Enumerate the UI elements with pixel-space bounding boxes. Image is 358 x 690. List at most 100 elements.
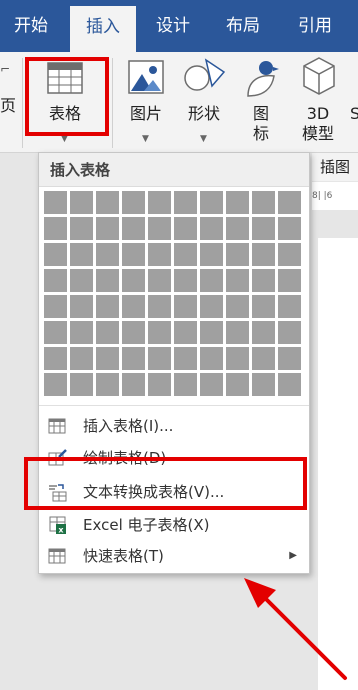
3d-models-button[interactable]: 3D 模型 bbox=[288, 52, 348, 152]
document-page[interactable] bbox=[318, 238, 358, 690]
table-grid-cell[interactable] bbox=[225, 294, 250, 319]
table-grid-cell[interactable] bbox=[251, 216, 276, 241]
table-grid-cell[interactable] bbox=[147, 242, 172, 267]
table-grid-cell[interactable] bbox=[173, 242, 198, 267]
table-grid-cell[interactable] bbox=[69, 372, 94, 397]
table-grid-cell[interactable] bbox=[251, 294, 276, 319]
table-grid-cell[interactable] bbox=[121, 190, 146, 215]
table-grid-cell[interactable] bbox=[43, 346, 68, 371]
table-grid-cell[interactable] bbox=[147, 294, 172, 319]
table-grid-cell[interactable] bbox=[69, 216, 94, 241]
table-grid-cell[interactable] bbox=[121, 320, 146, 345]
table-grid-cell[interactable] bbox=[69, 320, 94, 345]
menu-item-insert-table[interactable]: 插入表格(I)... bbox=[39, 409, 309, 443]
table-grid-cell[interactable] bbox=[251, 372, 276, 397]
table-grid-cell[interactable] bbox=[251, 346, 276, 371]
table-grid-cell[interactable] bbox=[277, 372, 302, 397]
table-grid-cell[interactable] bbox=[95, 242, 120, 267]
icons-button[interactable]: 图 标 bbox=[236, 52, 286, 152]
table-grid-cell[interactable] bbox=[199, 320, 224, 345]
tab-home[interactable]: 开始 bbox=[0, 0, 62, 52]
table-grid-cell[interactable] bbox=[69, 268, 94, 293]
table-grid-cell[interactable] bbox=[277, 320, 302, 345]
table-grid-cell[interactable] bbox=[199, 372, 224, 397]
ribbon-left-partial-label[interactable]: 页 bbox=[0, 92, 16, 116]
table-grid-cell[interactable] bbox=[95, 216, 120, 241]
menu-item-quick-tables[interactable]: 快速表格(T) ▶ bbox=[39, 539, 309, 573]
table-grid-cell[interactable] bbox=[121, 294, 146, 319]
table-grid-cell[interactable] bbox=[173, 190, 198, 215]
table-grid-cell[interactable] bbox=[69, 294, 94, 319]
table-grid-cell[interactable] bbox=[277, 346, 302, 371]
table-grid-cell[interactable] bbox=[95, 346, 120, 371]
table-grid-cell[interactable] bbox=[173, 268, 198, 293]
table-grid-cell[interactable] bbox=[147, 372, 172, 397]
tab-design[interactable]: 设计 bbox=[140, 0, 206, 52]
table-grid-cell[interactable] bbox=[225, 346, 250, 371]
table-grid-cell[interactable] bbox=[95, 268, 120, 293]
table-grid-cell[interactable] bbox=[121, 372, 146, 397]
table-grid-cell[interactable] bbox=[43, 372, 68, 397]
picture-icon bbox=[128, 60, 164, 94]
table-grid-cell[interactable] bbox=[43, 242, 68, 267]
table-grid-cell[interactable] bbox=[277, 268, 302, 293]
table-grid-cell[interactable] bbox=[277, 190, 302, 215]
table-grid-cell[interactable] bbox=[95, 320, 120, 345]
menu-item-label: 快速表格(T) bbox=[83, 547, 164, 565]
table-grid-cell[interactable] bbox=[95, 294, 120, 319]
pictures-button[interactable]: 图片 ▼ bbox=[120, 52, 172, 152]
table-grid-cell[interactable] bbox=[277, 294, 302, 319]
table-grid-cell[interactable] bbox=[225, 372, 250, 397]
table-grid-cell[interactable] bbox=[173, 216, 198, 241]
table-grid-cell[interactable] bbox=[43, 190, 68, 215]
table-grid-cell[interactable] bbox=[251, 320, 276, 345]
menu-item-excel-spreadsheet[interactable]: x Excel 电子表格(X) bbox=[39, 508, 309, 542]
table-grid-cell[interactable] bbox=[147, 216, 172, 241]
table-grid-cell[interactable] bbox=[199, 346, 224, 371]
table-grid-cell[interactable] bbox=[173, 320, 198, 345]
table-grid-cell[interactable] bbox=[43, 320, 68, 345]
table-grid-cell[interactable] bbox=[225, 320, 250, 345]
table-grid-cell[interactable] bbox=[199, 294, 224, 319]
table-grid-cell[interactable] bbox=[147, 268, 172, 293]
table-grid-cell[interactable] bbox=[121, 216, 146, 241]
table-grid-cell[interactable] bbox=[173, 372, 198, 397]
table-grid-cell[interactable] bbox=[95, 190, 120, 215]
table-grid-cell[interactable] bbox=[121, 268, 146, 293]
table-size-grid[interactable] bbox=[43, 190, 305, 398]
table-grid-cell[interactable] bbox=[121, 346, 146, 371]
table-grid-cell[interactable] bbox=[43, 216, 68, 241]
partial-button-label[interactable]: S bbox=[350, 104, 358, 123]
table-grid-cell[interactable] bbox=[199, 190, 224, 215]
table-grid-cell[interactable] bbox=[251, 268, 276, 293]
shapes-button[interactable]: 形状 ▼ bbox=[176, 52, 232, 152]
table-grid-cell[interactable] bbox=[277, 216, 302, 241]
table-grid-cell[interactable] bbox=[43, 268, 68, 293]
table-grid-cell[interactable] bbox=[225, 242, 250, 267]
table-grid-cell[interactable] bbox=[225, 216, 250, 241]
table-grid-cell[interactable] bbox=[251, 190, 276, 215]
tab-insert[interactable]: 插入 bbox=[70, 6, 136, 52]
tab-references[interactable]: 引用 bbox=[282, 0, 348, 52]
table-grid-cell[interactable] bbox=[43, 294, 68, 319]
table-grid-cell[interactable] bbox=[121, 242, 146, 267]
table-grid-cell[interactable] bbox=[225, 190, 250, 215]
table-grid-cell[interactable] bbox=[199, 242, 224, 267]
table-grid-cell[interactable] bbox=[199, 216, 224, 241]
table-grid-cell[interactable] bbox=[69, 190, 94, 215]
table-grid-cell[interactable] bbox=[277, 242, 302, 267]
table-grid-cell[interactable] bbox=[95, 372, 120, 397]
table-grid-cell[interactable] bbox=[147, 346, 172, 371]
table-grid-cell[interactable] bbox=[173, 346, 198, 371]
ribbon-separator bbox=[112, 58, 113, 148]
table-grid-cell[interactable] bbox=[147, 190, 172, 215]
table-grid-cell[interactable] bbox=[147, 320, 172, 345]
table-grid-cell[interactable] bbox=[199, 268, 224, 293]
table-grid-cell[interactable] bbox=[251, 242, 276, 267]
table-grid-cell[interactable] bbox=[225, 268, 250, 293]
menu-item-label: 插入表格(I)... bbox=[83, 417, 174, 435]
tab-layout[interactable]: 布局 bbox=[210, 0, 276, 52]
table-grid-cell[interactable] bbox=[69, 346, 94, 371]
table-grid-cell[interactable] bbox=[69, 242, 94, 267]
table-grid-cell[interactable] bbox=[173, 294, 198, 319]
